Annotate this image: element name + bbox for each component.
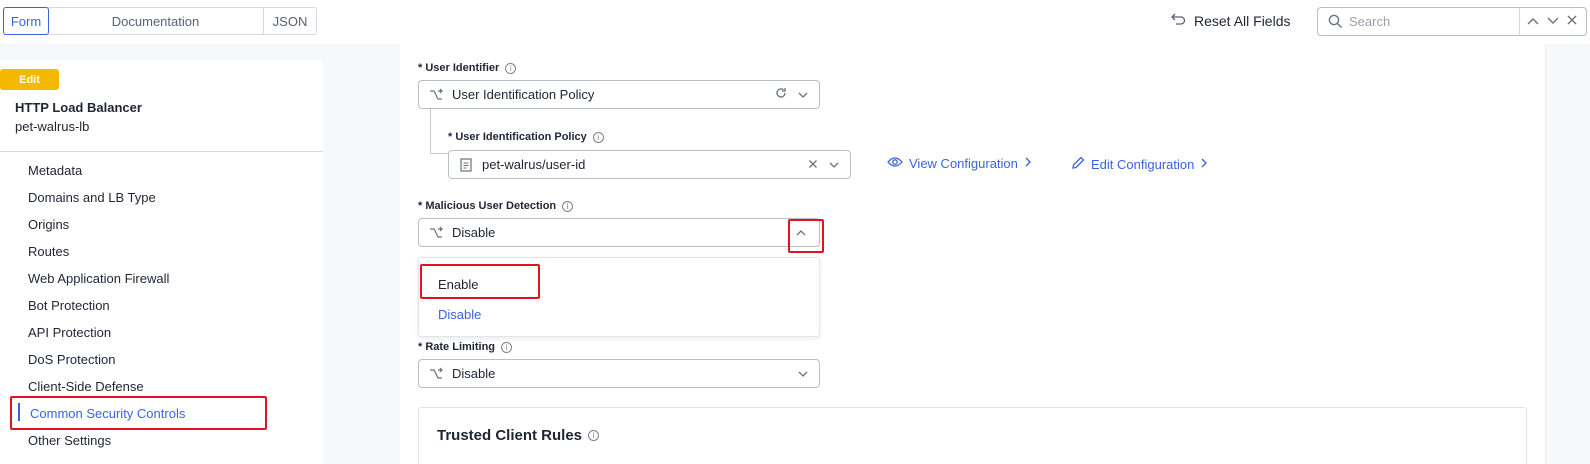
info-icon[interactable]: i [592, 131, 604, 143]
malicious-user-detection-options [418, 257, 820, 337]
sidebar-item-api-protection[interactable]: API Protection [28, 325, 111, 340]
active-item-indicator [18, 403, 20, 421]
tab-json[interactable]: JSON [264, 8, 316, 34]
sidebar-item-metadata[interactable]: Metadata [28, 163, 82, 178]
view-configuration-label: View Configuration [909, 156, 1018, 171]
info-icon[interactable]: i [562, 200, 574, 212]
option-disable[interactable]: Disable [438, 307, 481, 322]
search-input[interactable]: Search [1349, 14, 1519, 29]
chevron-right-icon [1200, 157, 1208, 172]
sidebar-item-routes[interactable]: Routes [28, 244, 69, 259]
malicious-user-detection-value: Disable [452, 225, 496, 240]
search-icon [1327, 14, 1343, 30]
sidebar-subtitle: pet-walrus-lb [15, 119, 90, 134]
tab-form[interactable]: Form [3, 7, 49, 35]
reset-all-fields-label: Reset All Fields [1194, 12, 1291, 29]
search-navigation [1519, 8, 1586, 35]
right-gutter [1545, 44, 1590, 464]
user-identifier-value: User Identification Policy [452, 87, 595, 102]
search-box[interactable]: Search [1317, 7, 1587, 36]
user-identification-policy-value: pet-walrus/user-id [482, 157, 586, 172]
rate-limiting-select[interactable]: Disable [418, 359, 820, 388]
info-icon[interactable]: i [501, 341, 513, 353]
edit-configuration-link[interactable]: Edit Configuration [1071, 156, 1208, 173]
sidebar-divider [0, 151, 323, 152]
malicious-user-detection-label-text: * Malicious User Detection [418, 200, 557, 212]
sidebar-item-client-side-defense[interactable]: Client-Side Defense [28, 379, 144, 394]
close-icon[interactable] [808, 158, 818, 172]
view-configuration-link[interactable]: View Configuration [887, 156, 1032, 171]
document-icon [458, 157, 474, 173]
malicious-user-detection-select[interactable]: Disable [418, 218, 820, 247]
trusted-client-rules-title: Trusted Client Rules i [437, 427, 600, 444]
branch-choice-icon [428, 87, 444, 103]
sidebar-title: HTTP Load Balancer [15, 100, 142, 115]
user-identification-policy-label: * User Identification Policy i [448, 131, 604, 143]
chevron-right-icon [1024, 156, 1032, 171]
nested-field-connector [430, 109, 448, 154]
chevron-up-icon[interactable] [795, 226, 807, 240]
option-enable[interactable]: Enable [438, 277, 478, 292]
eye-icon [887, 156, 903, 171]
user-identifier-label: * User Identifier i [418, 62, 517, 74]
chevron-down-icon[interactable] [828, 158, 840, 172]
rate-limiting-label-text: * Rate Limiting [418, 341, 496, 353]
rate-limiting-value: Disable [452, 366, 496, 381]
next-match-icon[interactable] [1546, 13, 1560, 31]
sidebar-item-dos-protection[interactable]: DoS Protection [28, 352, 115, 367]
tab-documentation[interactable]: Documentation [48, 8, 264, 34]
sidebar-item-web-application-firewall[interactable]: Web Application Firewall [28, 271, 169, 286]
edit-configuration-label: Edit Configuration [1091, 157, 1195, 172]
close-search-icon[interactable] [1566, 13, 1578, 31]
undo-icon [1170, 12, 1186, 29]
info-icon[interactable]: i [588, 430, 600, 441]
user-identification-policy-label-text: * User Identification Policy [448, 131, 587, 143]
view-tabs: Form Documentation JSON [3, 7, 317, 35]
reset-all-fields-button[interactable]: Reset All Fields [1170, 12, 1290, 29]
user-identifier-select[interactable]: User Identification Policy [418, 80, 820, 109]
sidebar-item-domains-and-lb-type[interactable]: Domains and LB Type [28, 190, 156, 205]
user-identification-policy-select[interactable]: pet-walrus/user-id [448, 150, 851, 179]
sidebar-item-origins[interactable]: Origins [28, 217, 69, 232]
edit-badge: Edit [0, 69, 59, 90]
refresh-icon[interactable] [775, 87, 787, 102]
rate-limiting-label: * Rate Limiting i [418, 341, 513, 353]
branch-choice-icon [428, 366, 444, 382]
pencil-icon [1071, 156, 1085, 173]
branch-choice-icon [428, 225, 444, 241]
malicious-user-detection-label: * Malicious User Detection i [418, 200, 574, 212]
chevron-down-icon[interactable] [797, 88, 809, 102]
sidebar-item-other-settings[interactable]: Other Settings [28, 433, 111, 448]
trusted-client-rules-title-text: Trusted Client Rules [437, 427, 583, 444]
previous-match-icon[interactable] [1526, 13, 1540, 31]
sidebar-item-common-security-controls[interactable]: Common Security Controls [30, 406, 185, 421]
user-identifier-label-text: * User Identifier [418, 62, 500, 74]
sidebar-item-bot-protection[interactable]: Bot Protection [28, 298, 110, 313]
info-icon[interactable]: i [505, 62, 517, 74]
chevron-down-icon[interactable] [797, 367, 809, 381]
